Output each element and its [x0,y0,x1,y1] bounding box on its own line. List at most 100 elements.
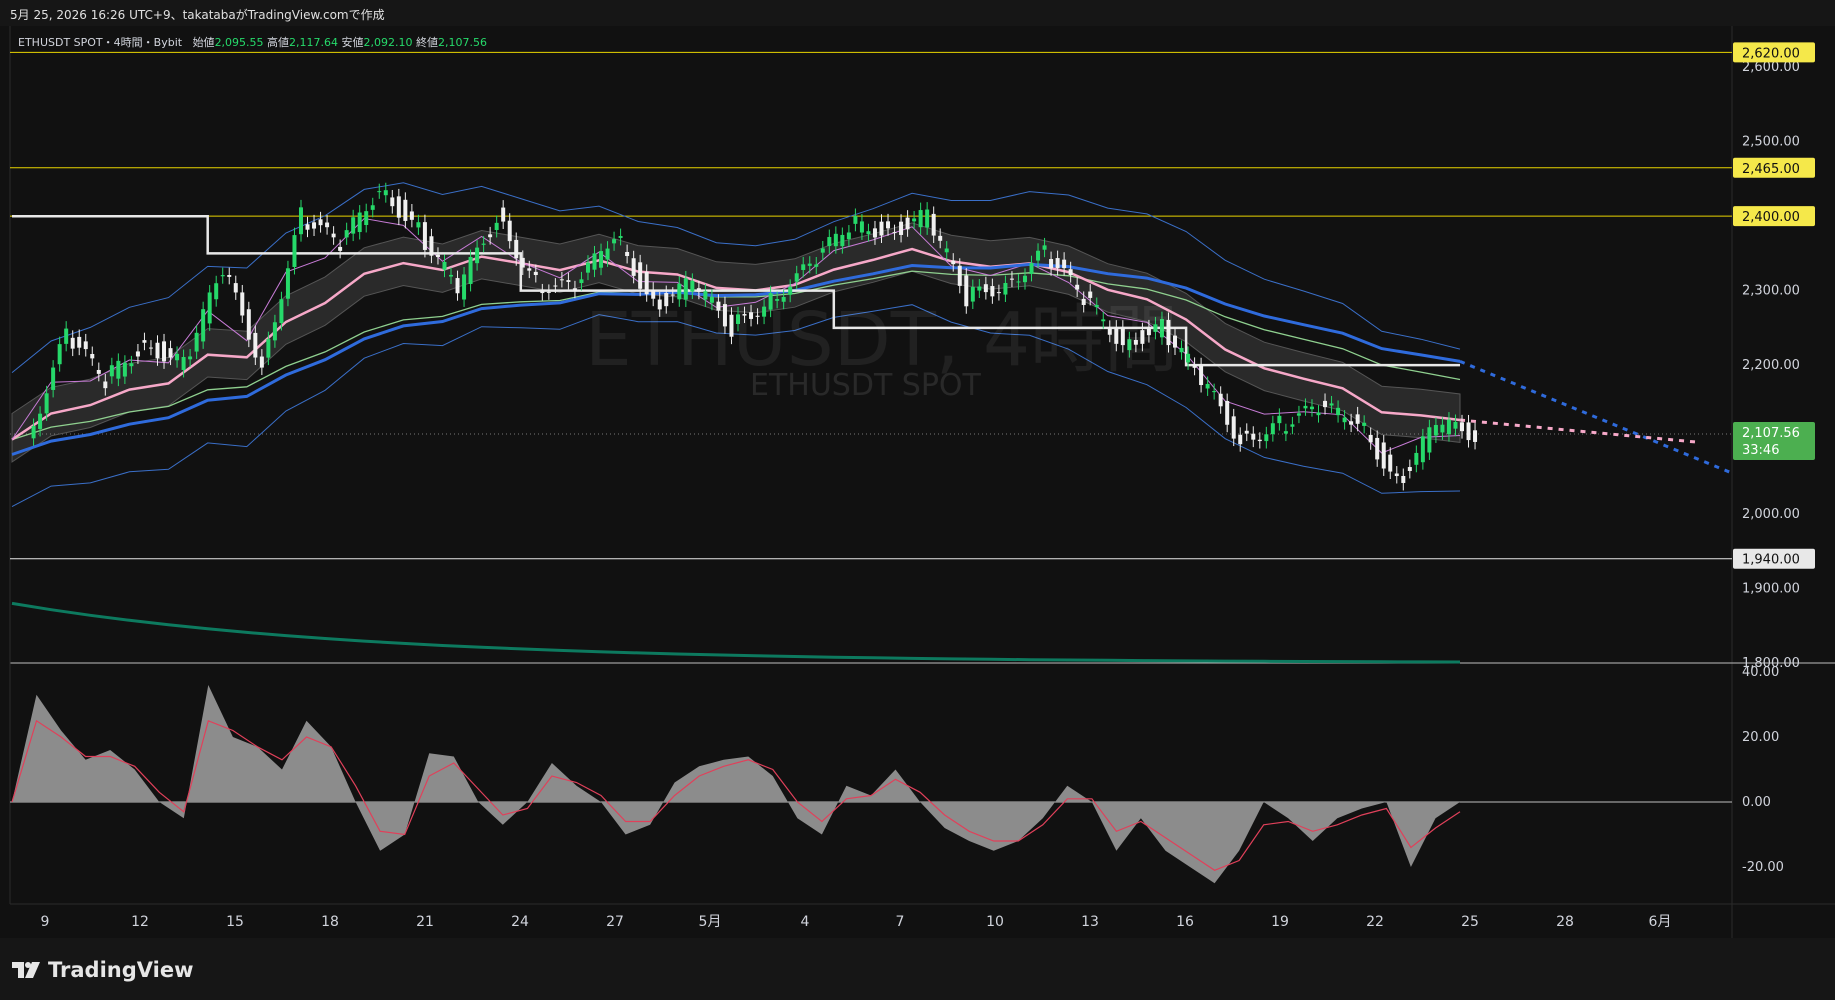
candle-body [129,363,134,367]
footer-bar [0,938,1835,1000]
time-axis-label: 19 [1271,914,1289,930]
candle-body [148,347,153,349]
candle-body [416,222,421,228]
candle-body [64,328,69,344]
candle-body [1329,403,1334,406]
time-axis-label: 6月 [1649,914,1672,930]
candle-body [312,222,317,229]
candle-body [1179,347,1184,353]
oscillator-axis-label: 20.00 [1742,730,1779,745]
candle-body [612,239,617,244]
level-tag-label: 2,465.00 [1742,162,1800,177]
price-axis-label: 2,300.00 [1742,284,1800,299]
candle-body [899,221,904,235]
candle-body [1303,405,1308,409]
candle-body [1446,419,1451,435]
candle-body [331,233,336,238]
candle-body [462,274,467,300]
time-axis-label: 21 [416,914,434,930]
time-axis-label: 7 [896,914,905,930]
candle-body [853,215,858,224]
level-tag-label: 1,940.00 [1742,553,1800,568]
candle-body [266,339,271,358]
candle-body [1460,422,1464,432]
candle-body [1388,454,1393,472]
candle-body [122,362,127,377]
candle-body [409,211,414,220]
candle-body [886,221,891,229]
symbol-watermark-sub: ETHUSDT SPOT [750,368,981,403]
legend-low: 2,092.10 [363,36,413,49]
candle-body [377,191,382,193]
tradingview-logo-icon [12,960,42,980]
candle-body [814,264,819,267]
candle-body [938,235,943,241]
candle-body [540,291,545,294]
candle-body [892,232,897,234]
candle-body [1231,416,1236,439]
candle-body [57,344,62,365]
candle-body [605,248,610,260]
candle-body [1283,431,1288,434]
time-axis-label: 28 [1556,914,1574,930]
candle-body [1381,442,1386,469]
time-axis-label: 16 [1176,914,1194,930]
price-chart[interactable]: 2,600.00 2,500.00 2,400.00 2,300.00 2,200.00… [0,0,1835,940]
candle-body [481,243,486,245]
candle-body [135,351,140,357]
time-axis-label: 9 [41,914,50,930]
candle-body [1218,393,1223,407]
candle-body [442,261,447,270]
candle-body [325,222,330,228]
candle-body [840,234,845,247]
candle-body [553,285,558,287]
candle-body [83,341,88,350]
price-axis-label: 1,900.00 [1742,582,1800,597]
candle-body [109,365,114,377]
candle-body [168,348,173,358]
legend-close: 2,107.56 [438,36,487,49]
candle-body [533,271,538,276]
candle-body [527,268,532,271]
candle-body [905,217,910,230]
candle-body [1199,365,1204,386]
candle-body [1055,258,1060,269]
price-axis-label: 2,000.00 [1742,507,1800,522]
candle-body [51,367,56,390]
candle-body [520,257,525,268]
price-axis-label: 2,600.00 [1742,60,1800,75]
candle-body [951,260,956,265]
candle-body [494,222,499,231]
candle-body [370,205,375,210]
candle-body [390,197,395,207]
candle-body [1212,391,1217,393]
candle-body [1270,423,1275,435]
candle-body [1420,436,1425,463]
candle-body [162,341,167,362]
candle-body [429,236,434,256]
time-axis-label: 22 [1366,914,1384,930]
candle-body [501,207,506,222]
candle-body [1042,245,1047,250]
candle-body [351,217,356,234]
time-axis-label: 27 [606,914,624,930]
time-axis-label: 24 [511,914,529,930]
candle-body [305,224,310,230]
time-axis-label: 12 [131,914,149,930]
candle-body [38,413,43,429]
candle-body [918,210,923,228]
candle-body [944,248,949,253]
candle-body [1205,383,1210,389]
candle-body [1225,401,1230,425]
candle-body [175,353,180,361]
candle-body [1394,473,1399,477]
candle-body [1029,263,1034,274]
candle-body [318,219,323,226]
candle-body [1277,415,1282,424]
candle-body [585,262,590,273]
oscillator-axis-label: 40.00 [1742,665,1779,680]
time-axis-label: 25 [1461,914,1479,930]
tradingview-logo[interactable]: TradingView [12,958,193,982]
candle-body [201,309,206,342]
time-axis-label: 5月 [699,914,722,930]
